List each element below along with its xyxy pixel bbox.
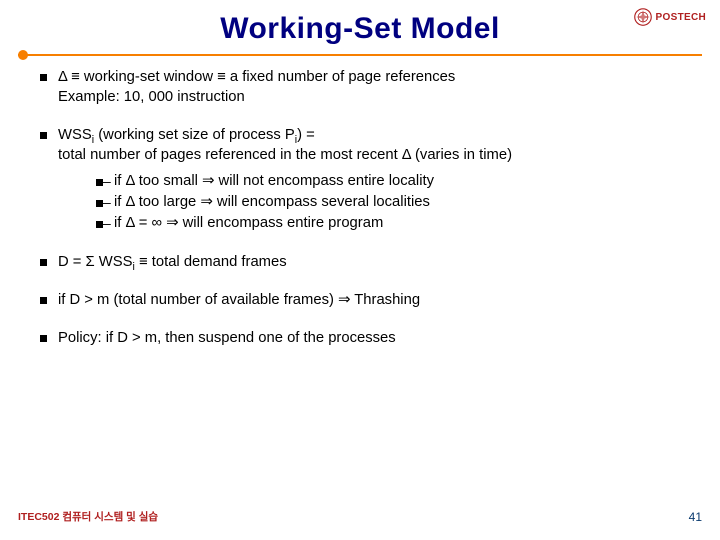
bullet-text: ) = bbox=[297, 127, 315, 143]
bullet-text: (working set size of process P bbox=[94, 127, 295, 143]
course-code: ITEC502 컴퓨터 시스템 및 실습 bbox=[18, 509, 158, 524]
bullet-item: Policy: if D > m, then suspend one of th… bbox=[40, 329, 680, 349]
sub-bullet-text: if Δ too large ⇒ will encompass several … bbox=[114, 193, 430, 213]
square-bullet-icon bbox=[40, 253, 58, 273]
university-logo: POSTECH bbox=[634, 8, 706, 26]
sub-bullet-item: – if Δ = ∞ ⇒ will encompass entire progr… bbox=[96, 214, 680, 234]
horizontal-divider bbox=[18, 52, 702, 58]
bullet-item: Δ ≡ working-set window ≡ a fixed number … bbox=[40, 68, 680, 108]
square-bullet-icon bbox=[40, 68, 58, 108]
sub-bullet-item: – if Δ too small ⇒ will not encompass en… bbox=[96, 172, 680, 192]
bullet-text: Example: 10, 000 instruction bbox=[58, 89, 245, 105]
dash-bullet-icon: – bbox=[96, 193, 114, 213]
bullet-text: total number of pages referenced in the … bbox=[58, 147, 512, 163]
bullet-item: WSSi (working set size of process Pi) = … bbox=[40, 126, 680, 235]
dash-bullet-icon: – bbox=[96, 172, 114, 192]
bullet-text: D = Σ WSS bbox=[58, 254, 133, 270]
bullet-text: ≡ total demand frames bbox=[135, 254, 287, 270]
logo-text: POSTECH bbox=[656, 12, 706, 23]
sub-bullet-item: – if Δ too large ⇒ will encompass severa… bbox=[96, 193, 680, 213]
bullet-item: if D > m (total number of available fram… bbox=[40, 291, 680, 311]
square-bullet-icon bbox=[40, 126, 58, 235]
page-number: 41 bbox=[689, 510, 702, 524]
sub-bullet-text: if Δ too small ⇒ will not encompass enti… bbox=[114, 172, 434, 192]
bullet-text: Policy: if D > m, then suspend one of th… bbox=[58, 329, 680, 349]
square-bullet-icon bbox=[40, 329, 58, 349]
bullet-item: D = Σ WSSi ≡ total demand frames bbox=[40, 253, 680, 273]
postech-crest-icon bbox=[634, 8, 652, 26]
slide-content: Δ ≡ working-set window ≡ a fixed number … bbox=[0, 58, 720, 349]
bullet-text: Δ ≡ working-set window ≡ a fixed number … bbox=[58, 69, 455, 85]
sub-bullet-text: if Δ = ∞ ⇒ will encompass entire program bbox=[114, 214, 383, 234]
bullet-text: if D > m (total number of available fram… bbox=[58, 291, 680, 311]
square-bullet-icon bbox=[40, 291, 58, 311]
slide-title: Working-Set Model bbox=[40, 12, 680, 46]
bullet-text: WSS bbox=[58, 127, 92, 143]
dash-bullet-icon: – bbox=[96, 214, 114, 234]
